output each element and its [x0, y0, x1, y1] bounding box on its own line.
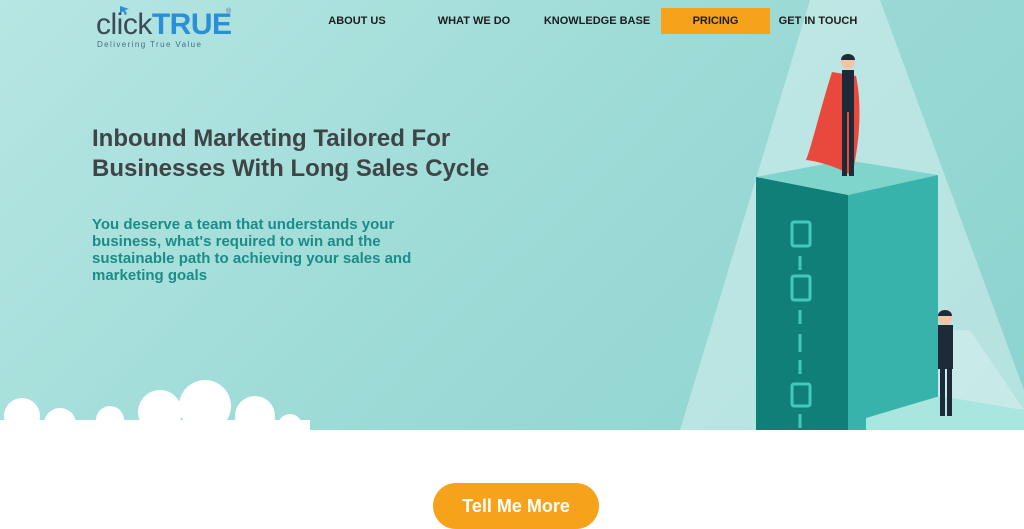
hero-section: clickTRUE ® Delivering True Value ABOUT …	[0, 0, 1024, 430]
nav-item-knowledge-base[interactable]: KNOWLEDGE BASE	[540, 8, 654, 34]
hero-subtext: You deserve a team that understands your…	[92, 216, 412, 284]
tell-me-more-button[interactable]: Tell Me More	[433, 483, 599, 529]
clouds	[0, 380, 310, 430]
hero-headline: Inbound Marketing Tailored For Businesse…	[92, 125, 490, 182]
nav-item-what-we-do[interactable]: WHAT WE DO	[430, 8, 518, 34]
main-navigation: ABOUT US WHAT WE DO KNOWLEDGE BASE PRICI…	[0, 8, 1024, 34]
nav-item-pricing[interactable]: PRICING	[661, 8, 770, 34]
logo-tagline: Delivering True Value	[97, 40, 203, 49]
nav-item-about-us[interactable]: ABOUT US	[318, 8, 396, 34]
nav-item-get-in-touch[interactable]: GET IN TOUCH	[774, 8, 862, 34]
